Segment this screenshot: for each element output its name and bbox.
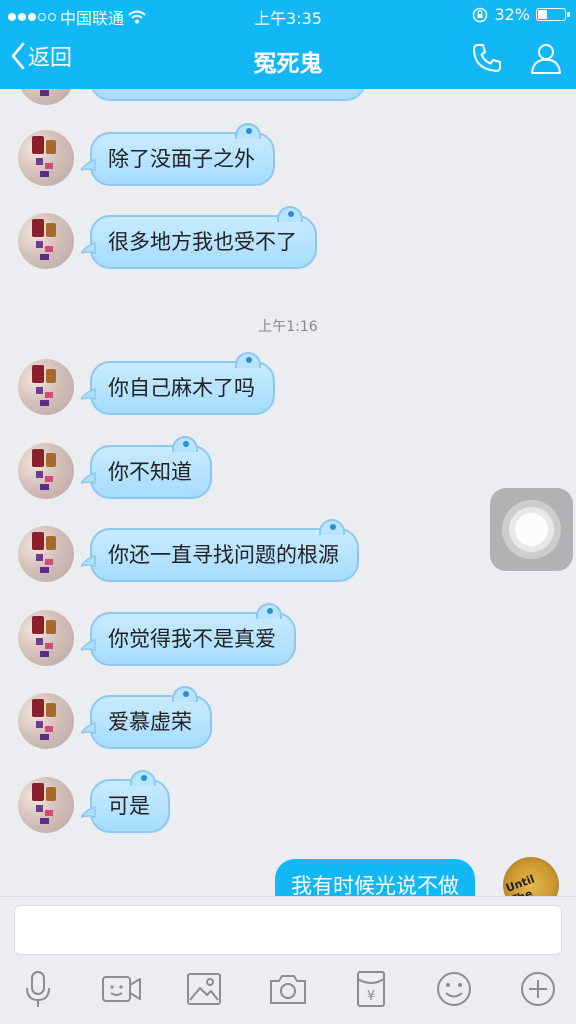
image-icon[interactable] xyxy=(182,969,226,1009)
contact-avatar[interactable] xyxy=(18,89,74,105)
nav-bar: 返回 冤死鬼 xyxy=(0,30,576,89)
message-bubble[interactable]: 爱慕虚荣 xyxy=(81,686,212,749)
message-bubble[interactable]: 可是 xyxy=(81,770,170,833)
contact-avatar[interactable] xyxy=(18,130,74,186)
message-text: 你不知道 xyxy=(108,460,192,484)
input-bar: ¥ xyxy=(0,896,576,1024)
message-bubble[interactable]: 你不知道 xyxy=(81,436,212,499)
outgoing-message-bubble[interactable]: 我有时候光说不做 xyxy=(275,859,475,896)
contact-avatar[interactable] xyxy=(18,693,74,749)
message-text: 可是 xyxy=(108,794,150,818)
message-bubble[interactable]: 很多地方我也受不了 xyxy=(81,206,317,269)
phone-icon[interactable] xyxy=(469,40,505,76)
message-text: 爱慕虚荣 xyxy=(108,710,192,734)
message-bubble-partial[interactable] xyxy=(90,89,366,101)
message-text: 很多地方我也受不了 xyxy=(108,230,297,254)
svg-text:¥: ¥ xyxy=(367,989,375,1004)
message-text: 你觉得我不是真爱 xyxy=(108,627,276,651)
message-bubble[interactable]: 你觉得我不是真爱 xyxy=(81,603,296,666)
top-bar: 中国联通 上午3:35 32% 返回 冤死鬼 xyxy=(0,0,576,89)
message-bubble[interactable]: 你还一直寻找问题的根源 xyxy=(81,519,359,582)
outgoing-message-text: 我有时候光说不做 xyxy=(291,874,459,896)
contact-avatar[interactable] xyxy=(18,610,74,666)
my-avatar[interactable]: Until The xyxy=(503,857,559,896)
video-icon[interactable] xyxy=(99,969,143,1009)
message-list[interactable]: 除了没面子之外 很多地方我也受不了 上午1:16 你自己麻木了吗 你不知道 你还… xyxy=(0,89,576,896)
microphone-icon[interactable] xyxy=(16,969,60,1009)
avatar-logo-text: Until The xyxy=(504,872,537,896)
emoji-icon[interactable] xyxy=(432,969,476,1009)
contact-avatar[interactable] xyxy=(18,359,74,415)
plus-icon[interactable] xyxy=(516,969,560,1009)
message-text: 你还一直寻找问题的根源 xyxy=(108,543,339,567)
contact-avatar[interactable] xyxy=(18,213,74,269)
message-timestamp: 上午1:16 xyxy=(258,319,318,335)
contact-avatar[interactable] xyxy=(18,443,74,499)
red-packet-icon[interactable]: ¥ xyxy=(349,969,393,1009)
rotation-lock-icon xyxy=(473,7,488,22)
status-bar: 中国联通 上午3:35 32% xyxy=(0,0,576,30)
contact-avatar[interactable] xyxy=(18,777,74,833)
battery-icon xyxy=(536,8,570,21)
message-bubble[interactable]: 你自己麻木了吗 xyxy=(81,352,275,415)
battery-percent: 32% xyxy=(494,5,530,24)
contact-avatar[interactable] xyxy=(18,526,74,582)
message-input[interactable] xyxy=(14,905,562,955)
profile-icon[interactable] xyxy=(528,40,564,76)
assistive-touch-button[interactable] xyxy=(490,488,573,571)
message-text: 除了没面子之外 xyxy=(108,147,255,171)
message-text: 你自己麻木了吗 xyxy=(108,376,255,400)
message-bubble[interactable]: 除了没面子之外 xyxy=(81,123,275,186)
camera-icon[interactable] xyxy=(266,969,310,1009)
